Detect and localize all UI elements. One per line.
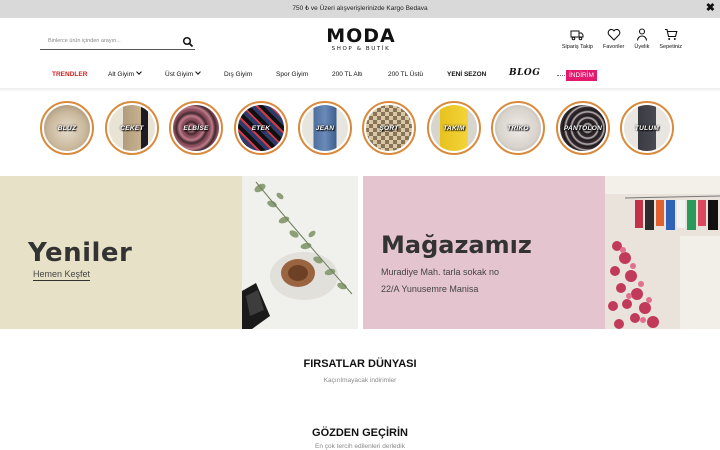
category-label: TRİKO [507, 125, 529, 132]
order-tracking-label: Sipariş Takip [561, 44, 593, 50]
user-icon [636, 28, 647, 41]
category-takim[interactable]: TAKIM [427, 101, 481, 155]
category-image: ETEK [238, 105, 284, 151]
category-circles: BLUZ CEKET ELBİSE ETEK JEAN ŞORT TAKIM T… [0, 101, 720, 157]
cart-icon [664, 28, 678, 40]
category-label: TAKIM [443, 125, 465, 132]
category-jean[interactable]: JEAN [298, 101, 352, 155]
store-banner[interactable]: Mağazamız Muradiye Mah. tarla sokak no 2… [363, 176, 720, 329]
announcement-bar: 750 ₺ ve Üzeri alışverişlerinizde Kargo … [0, 0, 720, 18]
order-tracking-link[interactable]: Sipariş Takip [562, 28, 593, 54]
chevron-down-icon [136, 69, 142, 75]
favorites-link[interactable]: Favoriler [603, 28, 624, 54]
logo-main-text: MODA [326, 25, 396, 47]
site-logo[interactable]: MODA SHOP & BUTİK [321, 26, 401, 56]
discover-now-link[interactable]: Hemen Keşfet [33, 269, 91, 281]
logo-sub-text: SHOP & BUTİK [331, 46, 391, 52]
category-label: CEKET [120, 125, 144, 132]
nav-item-200-alti[interactable]: 200 TL Altı [332, 71, 363, 78]
category-image: ELBİSE [173, 105, 219, 151]
announcement-text: 750 ₺ ve Üzeri alışverişlerinizde Kargo … [292, 5, 428, 12]
category-elbise[interactable]: ELBİSE [169, 101, 223, 155]
category-label: BLUZ [57, 125, 77, 132]
search-icon [182, 36, 194, 48]
store-title: Mağazamız [381, 231, 532, 259]
nav-item-alt-giyim[interactable]: Alt Giyim [108, 69, 142, 78]
category-label: JEAN [315, 125, 335, 132]
nav-item-200-ustu[interactable]: 200 TL Üstü [388, 71, 423, 78]
nav-item-ust-giyim[interactable]: Üst Giyim [165, 69, 202, 78]
category-label: ETEK [251, 125, 271, 132]
category-image: ŞORT [366, 105, 412, 151]
main-nav: TRENDLER Alt Giyim Üst Giyim Dış Giyim S… [0, 66, 720, 86]
nav-item-blog[interactable]: BLOG [509, 68, 540, 78]
heart-icon [607, 28, 620, 41]
nav-divider [0, 88, 720, 92]
search-box [40, 32, 195, 50]
nav-item-yeni-sezon[interactable]: YENİ SEZON [447, 71, 486, 78]
category-image: TULUM [624, 105, 670, 151]
close-icon[interactable]: ✖ [706, 2, 715, 14]
account-label: Üyelik [634, 44, 650, 50]
category-sort[interactable]: ŞORT [362, 101, 416, 155]
category-label: ELBİSE [183, 125, 209, 132]
favorites-label: Favoriler [602, 44, 625, 50]
category-image: CEKET [109, 105, 155, 151]
cart-label: Sepetiniz [659, 44, 682, 50]
category-pantolon[interactable]: PANTOLON [556, 101, 610, 155]
category-label: PANTOLON [563, 125, 603, 132]
deals-section-title: FIRSATLAR DÜNYASI [303, 358, 417, 370]
cart-link[interactable]: Sepetiniz [659, 28, 682, 54]
nav-item-dis-giyim[interactable]: Dış Giyim [224, 71, 252, 78]
category-image: BLUZ [44, 105, 90, 151]
store-photo [605, 176, 720, 329]
deals-section-subtitle: Kaçırılmayacak indirimler [323, 377, 397, 384]
category-etek[interactable]: ETEK [234, 101, 288, 155]
indirim-dots-decoration [557, 75, 565, 76]
category-bluz[interactable]: BLUZ [40, 101, 94, 155]
account-link[interactable]: Üyelik [634, 28, 649, 54]
nav-item-trendler[interactable]: TRENDLER [52, 71, 87, 78]
browse-section-subtitle: En çok tercih edilenleri derledik [315, 443, 405, 450]
store-address-line2: 22/A Yunusemre Manisa [381, 284, 479, 294]
new-arrivals-title: Yeniler [28, 238, 133, 268]
category-label: ŞORT [379, 125, 399, 132]
new-arrivals-photo [242, 176, 358, 329]
category-image: PANTOLON [560, 105, 606, 151]
category-ceket[interactable]: CEKET [105, 101, 159, 155]
search-button[interactable] [182, 35, 194, 48]
new-arrivals-banner[interactable]: Yeniler Hemen Keşfet [0, 176, 358, 329]
search-input[interactable] [48, 35, 173, 47]
category-triko[interactable]: TRİKO [491, 101, 545, 155]
category-image: TAKIM [431, 105, 477, 151]
truck-icon [570, 30, 584, 41]
category-image: TRİKO [495, 105, 541, 151]
nav-item-spor-giyim[interactable]: Spor Giyim [276, 71, 308, 78]
category-tulum[interactable]: TULUM [620, 101, 674, 155]
category-label: TULUM [634, 125, 660, 132]
category-image: JEAN [302, 105, 348, 151]
browse-section-title: GÖZDEN GEÇİRİN [312, 427, 408, 439]
chevron-down-icon [195, 69, 202, 75]
nav-item-alt-giyim-label: Alt Giyim [108, 71, 134, 78]
nav-item-ust-giyim-label: Üst Giyim [165, 71, 194, 78]
store-address-line1: Muradiye Mah. tarla sokak no [381, 267, 500, 277]
nav-item-indirim[interactable]: İNDİRİM [566, 70, 597, 81]
header-actions: Sipariş Takip Favoriler Üyelik Sepetiniz [552, 28, 682, 54]
